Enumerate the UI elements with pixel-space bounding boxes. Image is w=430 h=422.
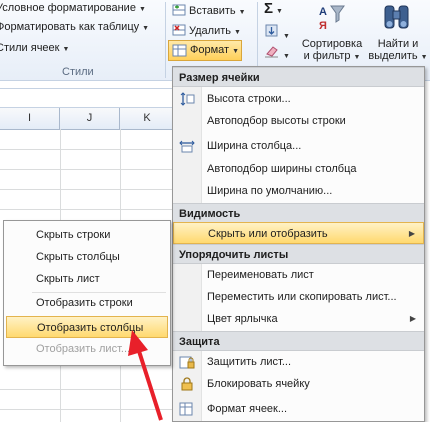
format-cells-icon	[179, 402, 193, 416]
menu-item-label: Автоподбор высоты строки	[207, 115, 346, 127]
find-select-button[interactable]: Найти и выделить ▼	[368, 2, 428, 64]
section-header-protection: Защита	[173, 331, 424, 351]
sort-filter-button[interactable]: A Я Сортировка и фильтр ▼	[298, 2, 366, 64]
menu-item-format-cells[interactable]: Формат ячеек...	[173, 398, 424, 420]
find-select-label-line2: выделить	[368, 50, 418, 62]
column-header-j[interactable]: J	[60, 108, 120, 129]
chevron-down-icon: ▼	[283, 33, 290, 40]
gridline	[0, 169, 175, 170]
menu-item-autofit-column-width[interactable]: Автоподбор ширины столбца	[173, 158, 424, 180]
sort-filter-label-line1: Сортировка	[301, 38, 363, 50]
format-dropdown-menu: Размер ячейки Высота строки... Автоподбо…	[172, 66, 425, 422]
menu-item-label: Переименовать лист	[207, 269, 314, 281]
delete-cells-icon	[172, 24, 186, 36]
fill-down-icon	[265, 24, 278, 37]
menu-item-tab-color[interactable]: Цвет ярлычка ▶	[173, 308, 424, 330]
eraser-icon	[265, 46, 278, 58]
submenu-item-unhide-columns[interactable]: Отобразить столбцы	[6, 316, 168, 338]
submenu-item-unhide-rows[interactable]: Отобразить строки	[6, 292, 168, 314]
formula-bar[interactable]	[0, 88, 175, 108]
sort-filter-icon: A Я	[319, 5, 345, 32]
menu-item-label: Переместить или скопировать лист...	[207, 291, 397, 303]
submenu-arrow-icon: ▶	[408, 229, 415, 238]
format-button[interactable]: Формат ▼	[168, 40, 242, 61]
row-height-icon	[180, 92, 195, 106]
gridline	[0, 149, 175, 150]
lock-icon	[181, 377, 193, 391]
menu-item-autofit-row-height[interactable]: Автоподбор высоты строки	[173, 110, 424, 132]
binoculars-icon	[384, 5, 409, 29]
styles-group-label: Стили	[62, 66, 94, 78]
chevron-down-icon: ▼	[142, 25, 150, 32]
menu-item-label: Автоподбор ширины столбца	[207, 163, 357, 175]
gridline	[0, 409, 175, 410]
fill-button[interactable]: ▼	[264, 24, 290, 41]
menu-item-protect-sheet[interactable]: Защитить лист...	[173, 351, 424, 373]
insert-label: Вставить	[189, 5, 236, 17]
menu-item-row-height[interactable]: Высота строки...	[173, 88, 424, 110]
format-label: Формат	[190, 44, 230, 56]
insert-button[interactable]: Вставить ▼	[172, 4, 246, 17]
format-icon	[172, 44, 187, 57]
chevron-down-icon: ▼	[276, 8, 283, 15]
format-as-table-label: Форматировать как таблицу	[0, 21, 140, 33]
delete-label: Удалить	[189, 25, 231, 37]
svg-text:Я: Я	[319, 20, 327, 32]
format-as-table-button[interactable]: Форматировать как таблицу ▼	[0, 21, 149, 33]
delete-button[interactable]: Удалить ▼	[172, 24, 241, 37]
menu-item-label: Защитить лист...	[207, 356, 292, 368]
find-select-label-line1: Найти и	[377, 38, 419, 50]
submenu-arrow-icon: ▶	[409, 314, 416, 323]
insert-cells-icon	[172, 4, 186, 16]
column-width-icon	[179, 140, 195, 153]
submenu-item-hide-columns[interactable]: Скрыть столбцы	[6, 246, 168, 268]
menu-item-label: Скрыть или отобразить	[208, 228, 328, 240]
submenu-item-hide-rows[interactable]: Скрыть строки	[6, 224, 168, 246]
gridline	[0, 209, 175, 210]
gridline	[0, 389, 175, 390]
menu-item-label: Ширина по умолчанию...	[207, 185, 333, 197]
submenu-item-unhide-sheet: Отобразить лист...	[36, 343, 131, 355]
column-header-bar: I J K	[0, 108, 175, 130]
menu-item-hide-unhide[interactable]: Скрыть или отобразить ▶	[173, 222, 424, 244]
chevron-down-icon: ▼	[238, 9, 246, 16]
menu-item-label: Формат ячеек...	[207, 403, 288, 415]
conditional-formatting-label: Условное форматирование	[0, 2, 136, 14]
hide-unhide-submenu: Скрыть строки Скрыть столбцы Скрыть лист…	[3, 220, 171, 366]
chevron-down-icon: ▼	[138, 6, 146, 13]
column-header-i[interactable]: I	[0, 108, 60, 129]
menu-item-column-width[interactable]: Ширина столбца...	[173, 135, 424, 157]
menu-item-default-width[interactable]: Ширина по умолчанию...	[173, 180, 424, 202]
menu-item-move-copy-sheet[interactable]: Переместить или скопировать лист...	[173, 286, 424, 308]
gridline	[0, 189, 175, 190]
chevron-down-icon: ▼	[234, 29, 241, 36]
protect-sheet-icon	[179, 356, 195, 369]
submenu-item-hide-sheet[interactable]: Скрыть лист	[6, 268, 168, 290]
menu-item-label: Высота строки...	[207, 93, 291, 105]
chevron-down-icon: ▼	[420, 54, 428, 61]
chevron-down-icon: ▼	[353, 54, 361, 61]
menu-item-label: Цвет ярлычка	[207, 313, 278, 325]
menu-item-label: Блокировать ячейку	[207, 378, 310, 390]
svg-text:A: A	[319, 6, 327, 18]
section-header-organize-sheets: Упорядочить листы	[173, 244, 424, 264]
autosum-button[interactable]: Σ ▼	[264, 0, 283, 17]
chevron-down-icon: ▼	[283, 53, 290, 60]
clear-button[interactable]: ▼	[264, 44, 290, 61]
chevron-down-icon: ▼	[62, 46, 70, 53]
menu-item-label: Ширина столбца...	[207, 140, 302, 152]
menu-item-lock-cell[interactable]: Блокировать ячейку	[173, 373, 424, 395]
menu-item-rename-sheet[interactable]: Переименовать лист	[173, 264, 424, 286]
cell-styles-label: Стили ячеек	[0, 42, 60, 54]
section-header-cell-size: Размер ячейки	[173, 67, 424, 87]
cell-styles-button[interactable]: Стили ячеек ▼	[0, 42, 69, 54]
chevron-down-icon: ▼	[232, 48, 240, 55]
conditional-formatting-button[interactable]: Условное форматирование ▼	[0, 2, 146, 14]
group-divider	[165, 2, 166, 78]
sort-filter-label-line2: и фильтр	[303, 50, 351, 62]
column-header-k[interactable]: K	[120, 108, 175, 129]
section-header-visibility: Видимость	[173, 203, 424, 223]
sigma-icon: Σ	[264, 0, 274, 17]
